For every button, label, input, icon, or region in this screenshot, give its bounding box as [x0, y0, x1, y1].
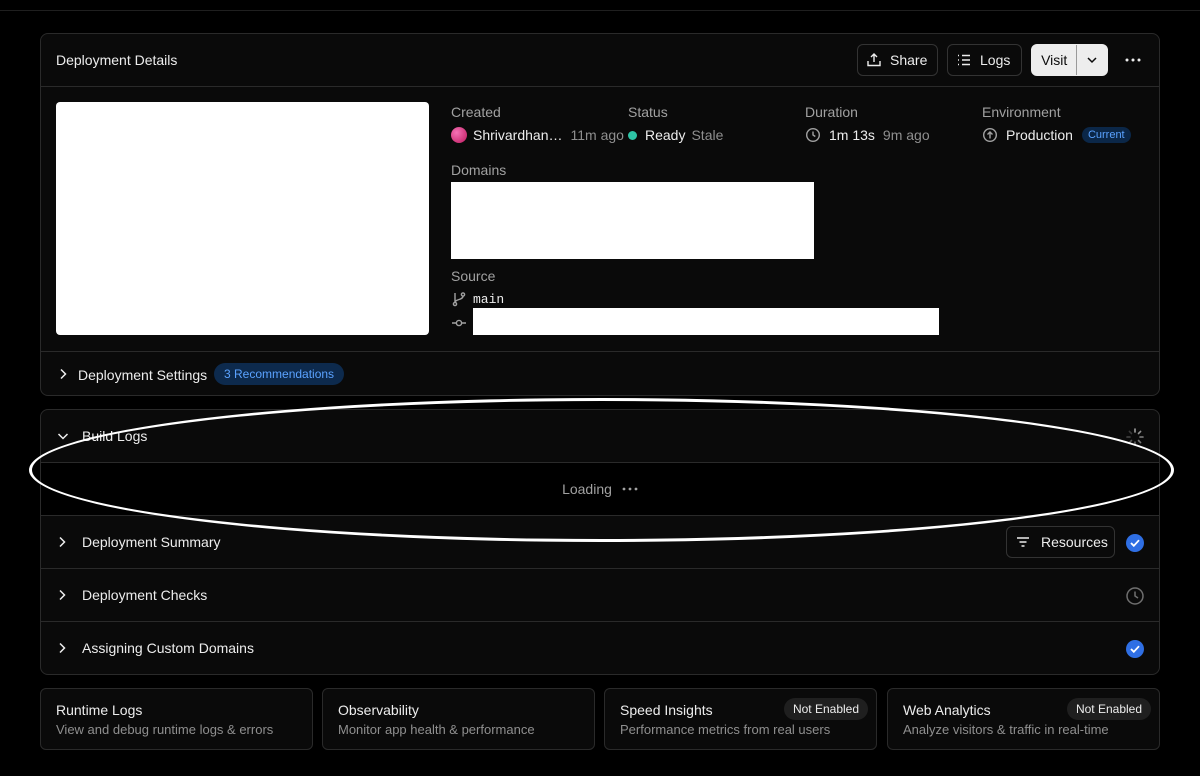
tile-description: Analyze visitors & traffic in real-time [903, 722, 1109, 737]
environment-text: Production [1006, 127, 1073, 143]
created-label: Created [451, 104, 501, 120]
spinner-icon [1124, 426, 1146, 448]
chevron-right-icon [59, 642, 66, 654]
deployment-preview-image[interactable] [56, 102, 429, 335]
not-enabled-badge: Not Enabled [783, 698, 868, 720]
status-dot [628, 130, 637, 140]
build-logs-label: Build Logs [82, 428, 148, 444]
tile-title: Runtime Logs [56, 702, 143, 718]
environment-label: Environment [982, 104, 1061, 120]
duration-ago: 9m ago [882, 127, 930, 143]
deployment-checks-label: Deployment Checks [82, 587, 208, 603]
status-stale: Stale [691, 127, 724, 143]
duration-value: 1m 13s 9m ago [805, 127, 930, 143]
not-enabled-badge: Not Enabled [1066, 698, 1151, 720]
tile-title: Speed Insights [620, 702, 713, 718]
chevron-down-icon [1087, 57, 1097, 64]
branch-name[interactable]: main [473, 292, 504, 307]
logs-label: Logs [980, 52, 1011, 68]
chevron-right-icon [59, 589, 66, 601]
web-analytics-tile[interactable]: Web Analytics Analyze visitors & traffic… [887, 688, 1160, 750]
deployment-checks-row[interactable]: Deployment Checks [41, 569, 1159, 622]
recommendations-badge[interactable]: 3 Recommendations [214, 363, 345, 385]
deployment-details-card: Deployment Details Share Logs Visit Crea… [40, 33, 1160, 396]
tile-title: Web Analytics [903, 702, 991, 718]
share-icon [866, 52, 882, 68]
tile-description: Monitor app health & performance [338, 722, 535, 737]
logs-button[interactable]: Logs [947, 44, 1022, 76]
duration-text: 1m 13s [829, 127, 875, 143]
loading-dots-icon [622, 487, 638, 491]
arrow-up-circle-icon [982, 127, 998, 143]
source-label: Source [451, 268, 496, 284]
domains-label: Domains [451, 162, 507, 178]
top-divider [0, 10, 1200, 11]
commit-redacted [473, 308, 939, 335]
created-ago: 11m ago [570, 127, 624, 143]
source-branch: main [451, 291, 504, 307]
clock-icon [805, 127, 821, 143]
observability-tile[interactable]: Observability Monitor app health & perfo… [322, 688, 595, 750]
visit-button-group: Visit [1031, 44, 1108, 76]
tile-title: Observability [338, 702, 419, 718]
more-options-button[interactable] [1119, 50, 1147, 70]
summary-status [1124, 532, 1146, 554]
deployment-settings-row[interactable]: Deployment Settings 3 Recommendations [41, 351, 1159, 395]
check-circle-icon [1126, 534, 1144, 552]
more-horizontal-icon [1125, 58, 1141, 62]
source-commit [451, 315, 467, 331]
avatar[interactable] [451, 127, 467, 143]
domains-redacted [451, 182, 814, 259]
share-button[interactable]: Share [857, 44, 938, 76]
speed-insights-tile[interactable]: Speed Insights Performance metrics from … [604, 688, 877, 750]
deployment-summary-label: Deployment Summary [82, 534, 221, 550]
resources-button[interactable]: Resources [1006, 526, 1115, 558]
chevron-down-icon [57, 433, 69, 440]
visit-button[interactable]: Visit [1032, 52, 1076, 68]
loading-text: Loading [562, 481, 612, 497]
resources-label: Resources [1041, 534, 1108, 550]
tile-description: Performance metrics from real users [620, 722, 831, 737]
custom-domains-row[interactable]: Assigning Custom Domains [41, 622, 1159, 674]
filter-icon [1017, 537, 1029, 547]
chevron-right-icon [60, 368, 67, 380]
custom-domains-label: Assigning Custom Domains [82, 640, 254, 656]
share-label: Share [890, 52, 928, 68]
tile-description: View and debug runtime logs & errors [56, 722, 274, 737]
build-logs-row[interactable]: Build Logs [41, 410, 1159, 463]
build-logs-loading: Loading [41, 463, 1159, 516]
git-branch-icon [452, 292, 466, 307]
status-value: Ready Stale [628, 127, 723, 143]
card-header: Deployment Details Share Logs Visit [41, 34, 1159, 87]
page-title: Deployment Details [56, 52, 178, 68]
deployment-summary-row[interactable]: Deployment Summary Resources [41, 516, 1159, 569]
duration-label: Duration [805, 104, 858, 120]
deployment-sections-card: Build Logs Loading Deployment Summary Re… [40, 409, 1160, 675]
visit-dropdown-button[interactable] [1077, 53, 1107, 67]
created-user[interactable]: Shrivardhan… [473, 127, 563, 143]
runtime-logs-tile[interactable]: Runtime Logs View and debug runtime logs… [40, 688, 313, 750]
created-value: Shrivardhan… 11m ago [451, 127, 624, 143]
status-text: Ready [645, 127, 686, 143]
status-label: Status [628, 104, 668, 120]
list-icon [956, 52, 972, 68]
domains-status [1124, 638, 1146, 660]
check-circle-icon [1126, 640, 1144, 658]
git-commit-icon [452, 319, 466, 327]
environment-value: Production Current [982, 127, 1131, 143]
deployment-settings-label: Deployment Settings [78, 367, 208, 383]
current-badge: Current [1081, 127, 1131, 143]
clock-icon [1124, 585, 1146, 607]
chevron-right-icon [59, 536, 66, 548]
